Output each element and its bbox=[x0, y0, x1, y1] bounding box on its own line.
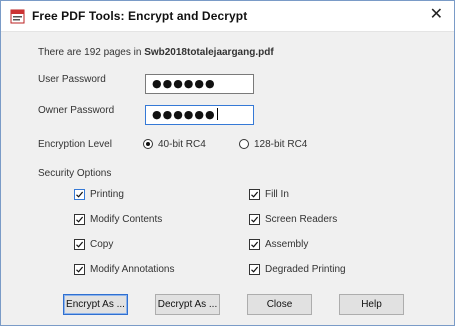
modify-annotations-checkbox[interactable] bbox=[74, 264, 85, 275]
checkmark-icon bbox=[251, 216, 259, 223]
title-bar[interactable]: Free PDF Tools: Encrypt and Decrypt ✕ bbox=[1, 1, 454, 32]
decrypt-as-button[interactable]: Decrypt As ... bbox=[155, 294, 220, 315]
radio-40bit-label[interactable]: 40-bit RC4 bbox=[158, 139, 206, 150]
modify-contents-checkbox[interactable] bbox=[74, 214, 85, 225]
security-options-label: Security Options bbox=[38, 168, 112, 179]
copy-checkbox[interactable] bbox=[74, 239, 85, 250]
pdf-filename: Swb2018totalejaargang.pdf bbox=[144, 47, 274, 58]
checkmark-icon bbox=[76, 266, 84, 273]
checkmark-icon bbox=[251, 241, 259, 248]
text-caret bbox=[216, 108, 218, 120]
radio-128bit[interactable] bbox=[239, 139, 249, 149]
encryption-level-label: Encryption Level bbox=[38, 139, 112, 150]
page-count-text: There are 192 pages in bbox=[38, 47, 145, 58]
checkmark-icon bbox=[76, 216, 84, 223]
modify-annotations-label[interactable]: Modify Annotations bbox=[90, 264, 175, 275]
fill-in-checkbox[interactable] bbox=[249, 189, 260, 200]
page-count-info: There are 192 pages in Swb2018totalejaar… bbox=[38, 47, 274, 58]
encrypt-as-button[interactable]: Encrypt As ... bbox=[63, 294, 128, 315]
close-button[interactable]: Close bbox=[247, 294, 312, 315]
modify-contents-label[interactable]: Modify Contents bbox=[90, 214, 162, 225]
help-button[interactable]: Help bbox=[339, 294, 404, 315]
radio-40bit[interactable] bbox=[143, 139, 153, 149]
screen-readers-label[interactable]: Screen Readers bbox=[265, 214, 337, 225]
fill-in-label[interactable]: Fill In bbox=[265, 189, 289, 200]
printing-checkbox[interactable] bbox=[74, 189, 85, 200]
dialog-body: There are 192 pages in Swb2018totalejaar… bbox=[1, 32, 454, 325]
user-password-field[interactable]: ●●●●●● bbox=[145, 74, 254, 94]
encrypt-decrypt-dialog: Free PDF Tools: Encrypt and Decrypt ✕ Th… bbox=[0, 0, 455, 326]
owner-password-label: Owner Password bbox=[38, 105, 115, 116]
checkmark-icon bbox=[76, 191, 84, 198]
checkmark-icon bbox=[76, 241, 84, 248]
user-password-value: ●●●●●● bbox=[152, 77, 216, 90]
assembly-checkbox[interactable] bbox=[249, 239, 260, 250]
pdf-app-icon bbox=[10, 9, 25, 24]
radio-128bit-label[interactable]: 128-bit RC4 bbox=[254, 139, 307, 150]
owner-password-field[interactable]: ●●●●●● bbox=[145, 105, 254, 125]
close-icon[interactable]: ✕ bbox=[430, 6, 443, 24]
assembly-label[interactable]: Assembly bbox=[265, 239, 308, 250]
window-title: Free PDF Tools: Encrypt and Decrypt bbox=[32, 9, 248, 23]
degraded-printing-label[interactable]: Degraded Printing bbox=[265, 264, 346, 275]
checkmark-icon bbox=[251, 266, 259, 273]
copy-label[interactable]: Copy bbox=[90, 239, 113, 250]
printing-label[interactable]: Printing bbox=[90, 189, 124, 200]
screen-readers-checkbox[interactable] bbox=[249, 214, 260, 225]
user-password-label: User Password bbox=[38, 74, 106, 85]
degraded-printing-checkbox[interactable] bbox=[249, 264, 260, 275]
checkmark-icon bbox=[251, 191, 259, 198]
owner-password-value: ●●●●●● bbox=[152, 108, 216, 121]
